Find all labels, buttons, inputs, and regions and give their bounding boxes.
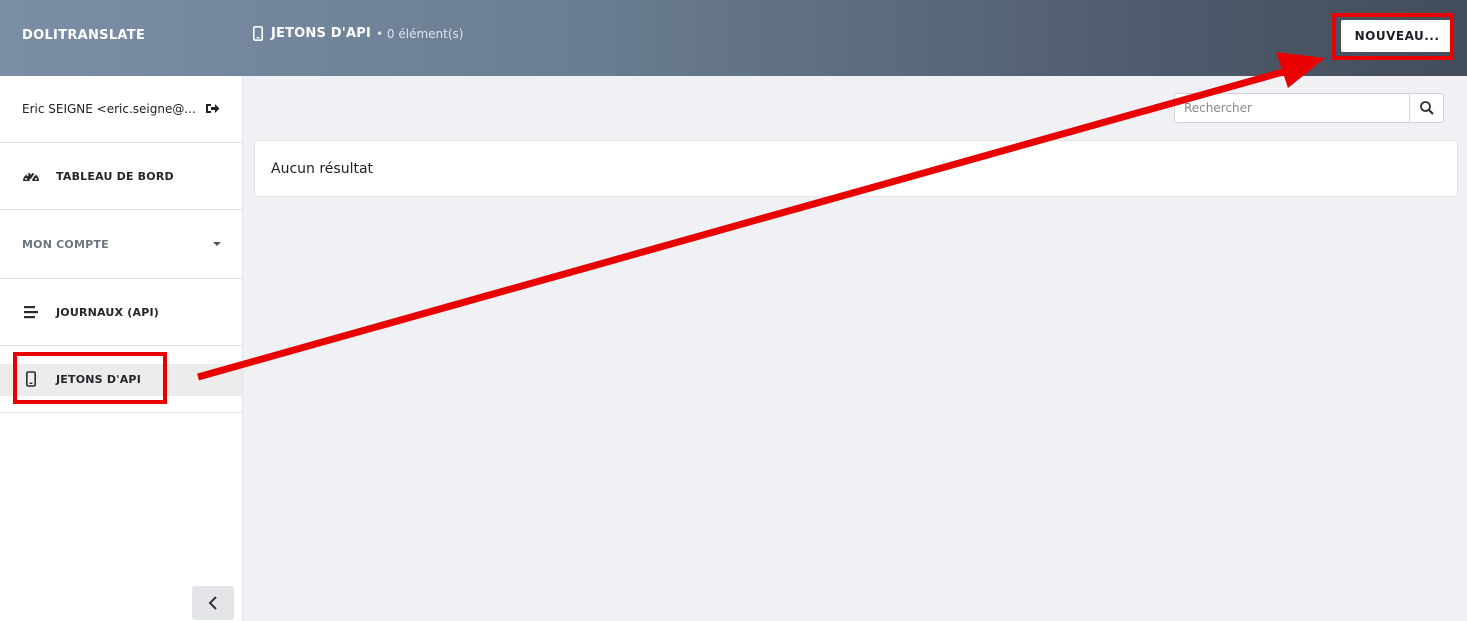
tachometer-icon (23, 172, 39, 182)
search-box (1174, 93, 1444, 123)
main-content: Aucun résultat (243, 76, 1467, 621)
sidebar-item-label: MON COMPTE (22, 237, 109, 251)
page-header: JETONS D'API • 0 élément(s) (253, 26, 463, 41)
sidebar-item-label: JETONS D'API (56, 372, 141, 386)
sidebar-item-label: JOURNAUX (API) (56, 305, 159, 319)
empty-results-text: Aucun résultat (271, 160, 374, 177)
top-bar: DOLITRANSLATE JETONS D'API • 0 élément(s… (0, 0, 1467, 76)
sidebar-item-label: TABLEAU DE BORD (56, 169, 174, 183)
sidebar-item-account[interactable]: MON COMPTE (0, 210, 242, 279)
mobile-icon (253, 26, 263, 41)
search-button[interactable] (1409, 94, 1443, 122)
item-count: • 0 élément(s) (376, 26, 464, 41)
search-input[interactable] (1175, 94, 1409, 122)
sidebar-item-dashboard[interactable]: TABLEAU DE BORD (0, 143, 242, 210)
sidebar: Eric SEIGNE <eric.seigne@... TABLEAU DE … (0, 76, 243, 621)
page-title: JETONS D'API (271, 26, 372, 41)
sidebar-item-logs[interactable]: JOURNAUX (API) (0, 279, 242, 346)
chevron-down-icon (213, 242, 221, 246)
results-panel: Aucun résultat (254, 140, 1458, 197)
chevron-left-icon (208, 596, 217, 610)
user-name[interactable]: Eric SEIGNE <eric.seigne@... (22, 102, 196, 116)
search-icon (1419, 101, 1434, 115)
new-button[interactable]: NOUVEAU... (1341, 20, 1453, 52)
collapse-sidebar-button[interactable] (192, 586, 234, 620)
sidebar-user: Eric SEIGNE <eric.seigne@... (0, 76, 242, 143)
sidebar-item-api-tokens[interactable]: JETONS D'API (0, 346, 242, 413)
list-icon (24, 306, 38, 319)
sign-out-icon[interactable] (205, 102, 220, 115)
app-brand[interactable]: DOLITRANSLATE (22, 28, 145, 43)
mobile-icon (26, 371, 36, 387)
